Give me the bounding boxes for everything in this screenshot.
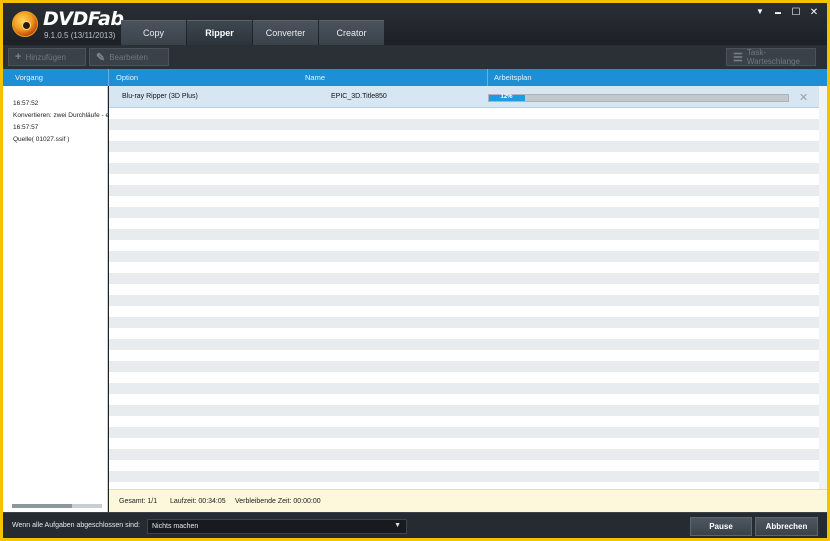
task-name: EPIC_3D.Title850 <box>331 93 387 100</box>
edit-button[interactable]: ✎ Bearbeiten <box>89 48 169 66</box>
log-line: Quelle( 01027.ssif ) <box>13 136 70 143</box>
title-bar: DVDFab 9.1.0.5 (13/11/2013) Copy Ripper … <box>3 3 827 45</box>
table-stripe <box>109 207 827 218</box>
table-stripe <box>109 141 827 152</box>
tab-copy[interactable]: Copy <box>121 20 186 45</box>
task-queue-button[interactable]: ☰ Task-Warteschlange <box>726 48 816 66</box>
summary-bar: Gesamt: 1/1 Laufzeit: 00:34:05 Verbleibe… <box>109 489 827 512</box>
header-vorgang: Vorgang <box>15 73 43 82</box>
log-line: 16:57:52 <box>13 100 39 107</box>
app-version: 9.1.0.5 (13/11/2013) <box>44 31 116 40</box>
table-stripe <box>109 471 827 482</box>
task-progress-bar: 12% <box>488 94 789 102</box>
log-line: 16:57:57 <box>13 124 39 131</box>
edit-label: Bearbeiten <box>109 52 148 62</box>
table-stripe <box>109 229 827 240</box>
toolbar: + Hinzufügen ✎ Bearbeiten ☰ Task-Wartesc… <box>3 45 827 69</box>
list-icon: ☰ <box>733 51 743 64</box>
add-label: Hinzufügen <box>25 52 66 62</box>
column-header: Vorgang Option Name Arbeitsplan <box>3 69 827 86</box>
table-stripe <box>109 251 827 262</box>
log-scrollbar[interactable] <box>12 504 102 508</box>
table-stripe <box>109 273 827 284</box>
bottom-bar: Wenn alle Aufgaben abgeschlossen sind: N… <box>3 512 827 538</box>
chevron-down-icon: ▼ <box>394 522 401 529</box>
log-scrollbar-thumb[interactable] <box>12 504 72 508</box>
table-stripe <box>109 295 827 306</box>
column-divider <box>108 69 109 86</box>
pause-button[interactable]: Pause <box>690 517 752 536</box>
task-table: Blu-ray Ripper (3D Plus) EPIC_3D.Title85… <box>109 86 827 489</box>
table-stripe <box>109 185 827 196</box>
table-stripe <box>109 317 827 328</box>
task-option: Blu-ray Ripper (3D Plus) <box>122 93 198 100</box>
app-window: DVDFab 9.1.0.5 (13/11/2013) Copy Ripper … <box>3 3 827 538</box>
maximize-icon[interactable]: ☐ <box>789 7 803 18</box>
tab-ripper[interactable]: Ripper <box>187 20 252 45</box>
table-scrollbar[interactable] <box>819 86 827 489</box>
log-panel: 16:57:52 Konvertieren: zwei Durchläufe -… <box>3 86 109 512</box>
table-stripe <box>109 405 827 416</box>
on-complete-value: Nichts machen <box>152 523 199 530</box>
edit-icon: ✎ <box>96 51 106 64</box>
dvdfab-logo-icon <box>12 11 38 37</box>
app-brand: DVDFab <box>43 8 124 30</box>
minimize-icon[interactable]: ▬ <box>771 10 785 16</box>
tab-creator[interactable]: Creator <box>319 20 384 45</box>
log-list: 16:57:52 Konvertieren: zwei Durchläufe -… <box>13 98 109 146</box>
header-name[interactable]: Name <box>305 73 325 82</box>
close-icon[interactable]: ✕ <box>807 7 821 18</box>
plus-icon: + <box>15 51 22 63</box>
tab-converter[interactable]: Converter <box>253 20 318 45</box>
table-stripe <box>109 339 827 350</box>
cancel-button[interactable]: Abbrechen <box>755 517 818 536</box>
remove-task-icon[interactable]: ✕ <box>799 91 808 104</box>
menu-icon[interactable]: ▼ <box>753 7 767 16</box>
table-stripe <box>109 163 827 174</box>
log-line: Konvertieren: zwei Durchläufe - e <box>13 112 110 119</box>
task-queue-label: Task-Warteschlange <box>746 48 800 66</box>
summary-total: Gesamt: 1/1 <box>119 498 158 505</box>
header-option[interactable]: Option <box>116 73 138 82</box>
summary-remaining: Verbleibende Zeit: 00:00:00 <box>235 498 321 505</box>
summary-runtime: Laufzeit: 00:34:05 <box>170 498 226 505</box>
table-row[interactable]: Blu-ray Ripper (3D Plus) EPIC_3D.Title85… <box>109 86 827 108</box>
table-stripe <box>109 361 827 372</box>
column-divider <box>487 69 488 86</box>
table-stripe <box>109 383 827 394</box>
table-stripe <box>109 449 827 460</box>
on-complete-select[interactable]: Nichts machen ▼ <box>147 519 407 534</box>
task-progress-text: 12% <box>500 94 513 100</box>
add-button[interactable]: + Hinzufügen <box>8 48 86 66</box>
table-stripe <box>109 427 827 438</box>
table-stripe <box>109 119 827 130</box>
header-arbeitsplan[interactable]: Arbeitsplan <box>494 73 532 82</box>
on-complete-label: Wenn alle Aufgaben abgeschlossen sind: <box>12 522 140 529</box>
main-tabs: Copy Ripper Converter Creator <box>121 20 385 45</box>
